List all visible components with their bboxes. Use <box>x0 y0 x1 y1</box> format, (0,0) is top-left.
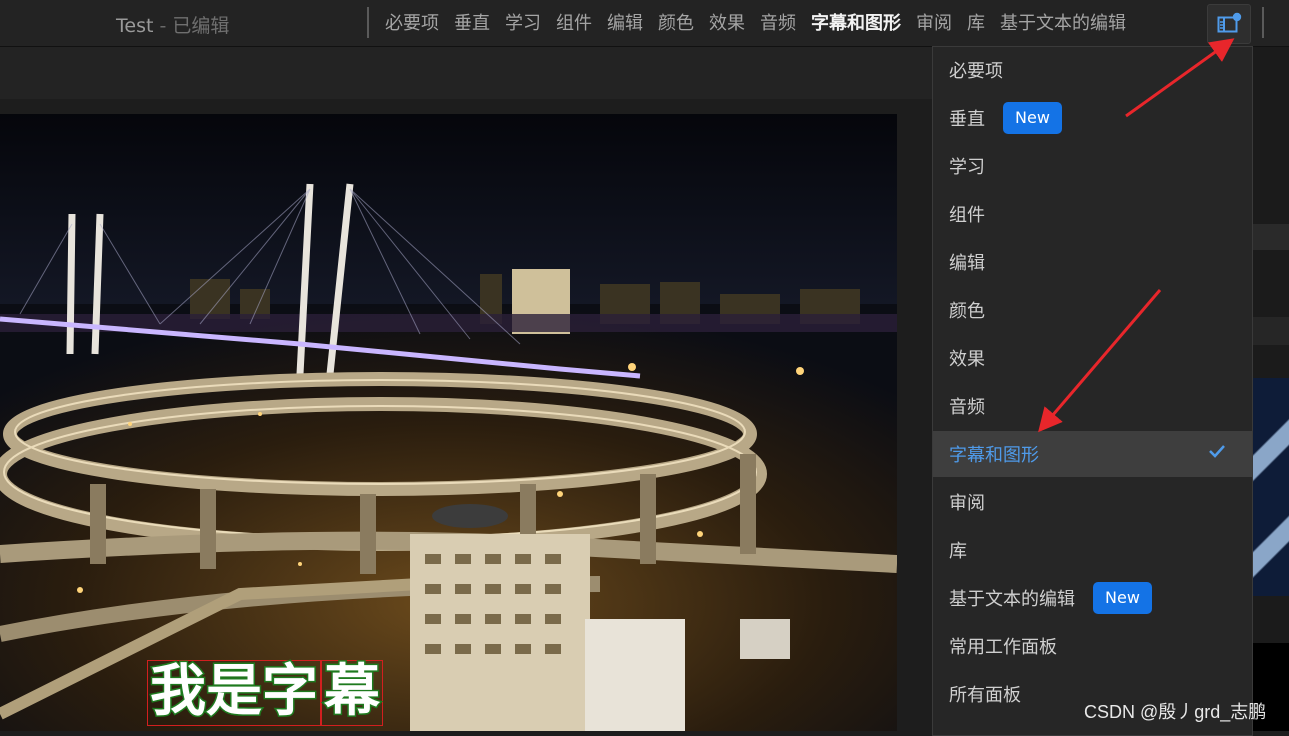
header-divider <box>367 7 369 38</box>
right-panel-edge <box>1253 47 1289 731</box>
tab-11[interactable]: 基于文本的编辑 <box>1000 9 1126 35</box>
workspaces-button[interactable] <box>1207 4 1251 44</box>
tab-8[interactable]: 字幕和图形 <box>811 9 901 35</box>
tab-10[interactable]: 库 <box>967 9 985 35</box>
menu-item-label: 字幕和图形 <box>949 445 1039 466</box>
menu-item-label: 常用工作面板 <box>949 637 1057 658</box>
tab-3[interactable]: 组件 <box>556 9 592 35</box>
title-separator: - <box>153 15 173 37</box>
video-frame <box>0 114 897 731</box>
project-name: Test <box>116 15 154 37</box>
menu-item-3[interactable]: 组件 <box>933 191 1252 237</box>
menu-item-label: 必要项 <box>949 61 1003 82</box>
subtitle-text[interactable]: 我是字幕 <box>147 659 383 726</box>
menu-item-label: 音频 <box>949 397 985 418</box>
menu-item-label: 颜色 <box>949 301 985 322</box>
menu-item-1[interactable]: 垂直 New <box>933 95 1252 141</box>
menu-item-4[interactable]: 编辑 <box>933 239 1252 285</box>
menu-item-label: 审阅 <box>949 493 985 514</box>
new-badge: New <box>1093 582 1152 614</box>
menu-item-label: 垂直 <box>949 109 985 130</box>
menu-item-label: 编辑 <box>949 253 985 274</box>
menu-item-label: 组件 <box>949 205 985 226</box>
workspaces-icon <box>1217 12 1242 33</box>
workspace-tabs: 必要项 垂直 学习 组件 编辑 颜色 效果 音频 字幕和图形 审阅库基于文本的编辑 <box>385 9 1126 35</box>
tab-0[interactable]: 必要项 <box>385 9 439 35</box>
tab-6[interactable]: 效果 <box>709 9 745 35</box>
menu-item-label: 效果 <box>949 349 985 370</box>
program-monitor[interactable] <box>0 114 897 731</box>
menu-item-6[interactable]: 效果 <box>933 335 1252 381</box>
right-panel-thumbnail <box>1253 378 1289 596</box>
menu-item-12[interactable]: 常用工作面板 <box>933 623 1252 669</box>
menu-item-label: 所有面板 <box>949 685 1021 706</box>
tab-2[interactable]: 学习 <box>505 9 541 35</box>
menu-item-0[interactable]: 必要项 <box>933 47 1252 93</box>
header-bar: Test - 已编辑 必要项 垂直 学习 组件 编辑 颜色 效果 音频 字幕和图形 审阅库基于文本… <box>0 0 1289 47</box>
menu-item-5[interactable]: 颜色 <box>933 287 1252 333</box>
menu-item-8[interactable]: 字幕和图形 <box>933 431 1252 477</box>
menu-item-11[interactable]: 基于文本的编辑 New <box>933 575 1252 621</box>
menu-item-2[interactable]: 学习 <box>933 143 1252 189</box>
menu-item-label: 学习 <box>949 157 985 178</box>
checkmark-icon <box>1209 445 1225 458</box>
panel-toolbar <box>0 47 932 99</box>
menu-item-label: 基于文本的编辑 <box>949 589 1075 610</box>
menu-item-9[interactable]: 审阅 <box>933 479 1252 525</box>
workspaces-dropdown-menu: 必要项垂直 New 学习组件编辑颜色效果音频字幕和图形审阅库基于文本的编辑 New 常用… <box>932 46 1253 736</box>
right-panel-bar-1 <box>1253 224 1289 250</box>
project-status: 已编辑 <box>172 15 230 37</box>
tab-4[interactable]: 编辑 <box>607 9 643 35</box>
right-panel-bar-2 <box>1253 317 1289 345</box>
project-title: Test - 已编辑 <box>116 11 229 38</box>
tab-5[interactable]: 颜色 <box>658 9 694 35</box>
new-badge: New <box>1003 102 1062 134</box>
menu-item-7[interactable]: 音频 <box>933 383 1252 429</box>
subtitle-segment-2[interactable]: 幕 <box>321 659 383 726</box>
subtitle-segment-1[interactable]: 我是字 <box>147 659 321 726</box>
watermark: CSDN @殷丿grd_志鹏 <box>1084 702 1267 722</box>
menu-item-label: 库 <box>949 541 967 562</box>
tab-1[interactable]: 垂直 <box>454 9 490 35</box>
menu-item-10[interactable]: 库 <box>933 527 1252 573</box>
header-divider-right <box>1262 7 1264 38</box>
tab-7[interactable]: 音频 <box>760 9 796 35</box>
tab-9[interactable]: 审阅 <box>916 9 952 35</box>
